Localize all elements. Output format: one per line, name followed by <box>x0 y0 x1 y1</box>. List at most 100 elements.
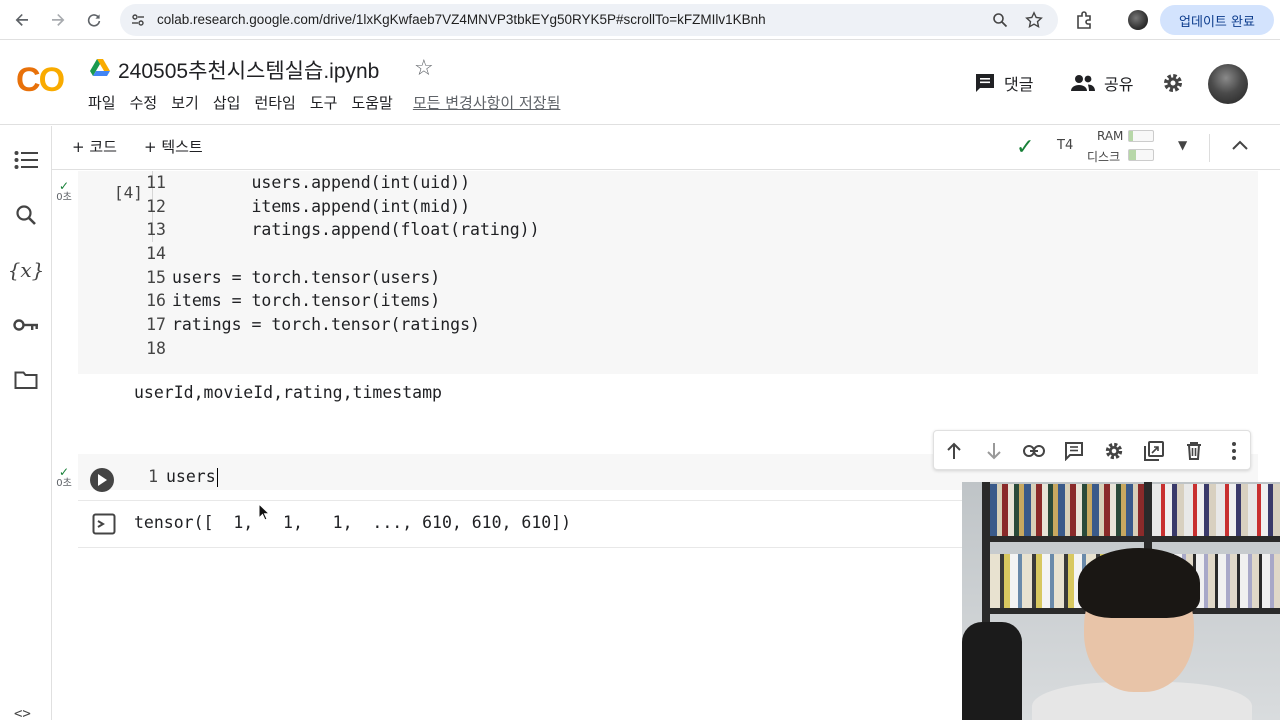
forward-arrow-icon[interactable] <box>46 8 70 32</box>
move-up-icon[interactable] <box>943 440 965 462</box>
menu-file[interactable]: 파일 <box>88 92 116 114</box>
browser-toolbar: colab.research.google.com/drive/1lxKgKwf… <box>0 0 1280 40</box>
url-text: colab.research.google.com/drive/1lxKgKwf… <box>157 12 766 27</box>
disk-meter[interactable] <box>1128 149 1154 161</box>
collapse-header-icon[interactable] <box>1232 135 1248 154</box>
update-complete-button[interactable]: 업데이트 완료 <box>1160 5 1274 35</box>
menu-bar: 파일 수정 보기 삽입 런타임 도구 도움말 모든 변경사항이 저장됨 <box>88 92 560 114</box>
code-line: 17 ratings = torch.tensor(ratings) <box>136 313 540 337</box>
comment-icon <box>976 74 994 92</box>
line-number: 18 <box>146 338 166 358</box>
line-number: 11 <box>146 173 166 192</box>
play-icon <box>98 474 107 486</box>
ram-meter[interactable] <box>1128 130 1154 142</box>
move-down-icon[interactable] <box>983 440 1005 462</box>
variables-icon[interactable]: {x} <box>8 256 45 284</box>
menu-tools[interactable]: 도구 <box>310 92 338 114</box>
cell1-code-editor[interactable]: 11 users.append(int(uid)) 12 items.append… <box>136 171 540 361</box>
ram-label: RAM <box>1097 129 1124 143</box>
cell1-run-time: 0초 <box>56 192 72 203</box>
link-icon[interactable] <box>1023 440 1045 462</box>
cell-toolbar <box>933 430 1251 470</box>
share-label: 공유 <box>1104 75 1134 94</box>
code-text: items.append(int(mid)) <box>172 196 471 216</box>
runtime-dropdown-icon[interactable]: ▼ <box>1178 138 1187 152</box>
share-button[interactable]: 공유 <box>1070 70 1133 96</box>
address-bar[interactable]: colab.research.google.com/drive/1lxKgKwf… <box>120 4 1058 36</box>
cell1-output: userId,movieId,rating,timestamp <box>134 383 442 402</box>
output-actions-icon[interactable] <box>92 513 116 535</box>
more-options-icon[interactable] <box>1223 440 1245 462</box>
code-line: 16 items = torch.tensor(items) <box>136 289 540 313</box>
search-icon[interactable] <box>12 201 40 229</box>
person-hair <box>1078 548 1200 618</box>
line-number: 17 <box>146 315 166 335</box>
bookmark-star-icon[interactable] <box>1024 10 1044 30</box>
delete-trash-icon[interactable] <box>1183 440 1205 462</box>
add-text-button[interactable]: + 텍스트 <box>144 136 203 157</box>
extensions-puzzle-icon[interactable] <box>1074 9 1096 31</box>
line-number: 13 <box>146 220 166 240</box>
line-number: 15 <box>146 267 166 287</box>
colab-logo[interactable]: CO <box>16 62 72 98</box>
cell2-output: tensor([ 1, 1, 1, ..., 610, 610, 610]) <box>134 513 572 532</box>
people-icon <box>1071 75 1095 91</box>
cell2-code: users <box>166 467 216 486</box>
code-cell-1[interactable]: [4] 11 users.append(int(uid)) 12 items.ap… <box>78 171 1258 374</box>
runtime-type[interactable]: T4 <box>1057 138 1073 153</box>
toolbar-divider <box>1209 134 1210 162</box>
code-line: 11 users.append(int(uid)) <box>136 171 540 195</box>
code-text: users.append(int(uid)) <box>172 173 471 192</box>
settings-gear-icon[interactable] <box>1162 70 1184 96</box>
shelf-board <box>982 536 1280 542</box>
text-caret <box>216 468 219 487</box>
table-of-contents-icon[interactable] <box>12 146 40 174</box>
site-info-icon[interactable] <box>130 12 146 28</box>
star-icon[interactable]: ☆ <box>414 56 434 81</box>
comments-button[interactable]: 댓글 <box>974 70 1033 96</box>
reload-icon[interactable] <box>82 8 106 32</box>
save-status[interactable]: 모든 변경사항이 저장됨 <box>413 92 561 114</box>
zoom-icon[interactable] <box>990 10 1010 30</box>
cell2-run-time: 0초 <box>56 478 72 489</box>
run-cell-button[interactable] <box>90 468 114 492</box>
books-row <box>990 484 1144 536</box>
menu-runtime[interactable]: 런타임 <box>254 92 295 114</box>
left-sidebar: {x} <box>0 126 52 720</box>
colab-header: CO 240505추천시스템실습.ipynb ☆ 파일 수정 보기 삽입 런타임… <box>0 40 1280 125</box>
code-line: 15 users = torch.tensor(users) <box>136 266 540 290</box>
user-avatar[interactable] <box>1208 64 1248 104</box>
code-line: 12 items.append(int(mid)) <box>136 195 540 219</box>
secrets-key-icon[interactable] <box>12 311 40 339</box>
code-line: 13 ratings.append(float(rating)) <box>136 218 540 242</box>
add-code-button[interactable]: + 코드 <box>72 136 117 157</box>
menu-help[interactable]: 도움말 <box>351 92 392 114</box>
disk-label: 디스크 <box>1087 150 1121 164</box>
cell1-run-status: ✓ 0초 <box>52 179 76 203</box>
cell1-check-icon: ✓ <box>58 179 70 193</box>
mouse-cursor-icon <box>258 503 270 521</box>
code-text: users = torch.tensor(users) <box>172 267 441 287</box>
code-text: items = torch.tensor(items) <box>172 291 441 311</box>
menu-insert[interactable]: 삽입 <box>213 92 241 114</box>
cell2-code-editor[interactable]: 1 users <box>148 467 219 487</box>
code-text: ratings.append(float(rating)) <box>172 220 540 240</box>
gear-icon[interactable] <box>1103 440 1125 462</box>
folder-icon[interactable] <box>12 366 40 394</box>
browser-profile-avatar[interactable] <box>1128 10 1148 30</box>
comment-icon[interactable] <box>1063 440 1085 462</box>
line-number: 16 <box>146 291 166 311</box>
back-arrow-icon[interactable] <box>10 8 34 32</box>
line-number: 12 <box>146 196 166 216</box>
menu-edit[interactable]: 수정 <box>130 92 158 114</box>
notebook-title[interactable]: 240505추천시스템실습.ipynb <box>118 55 379 85</box>
books-row <box>1152 484 1280 536</box>
google-drive-icon[interactable] <box>90 58 110 76</box>
notebook-toolbar: + 코드 + 텍스트 ✓ T4 RAM 디스크 ▼ <box>52 126 1280 170</box>
webcam-video-overlay <box>962 482 1280 720</box>
mirror-cell-icon[interactable] <box>1143 440 1165 462</box>
cell2-run-status: ✓ 0초 <box>52 466 76 489</box>
menu-view[interactable]: 보기 <box>171 92 199 114</box>
comments-label: 댓글 <box>1004 75 1034 94</box>
code-line: 18 <box>136 337 540 361</box>
